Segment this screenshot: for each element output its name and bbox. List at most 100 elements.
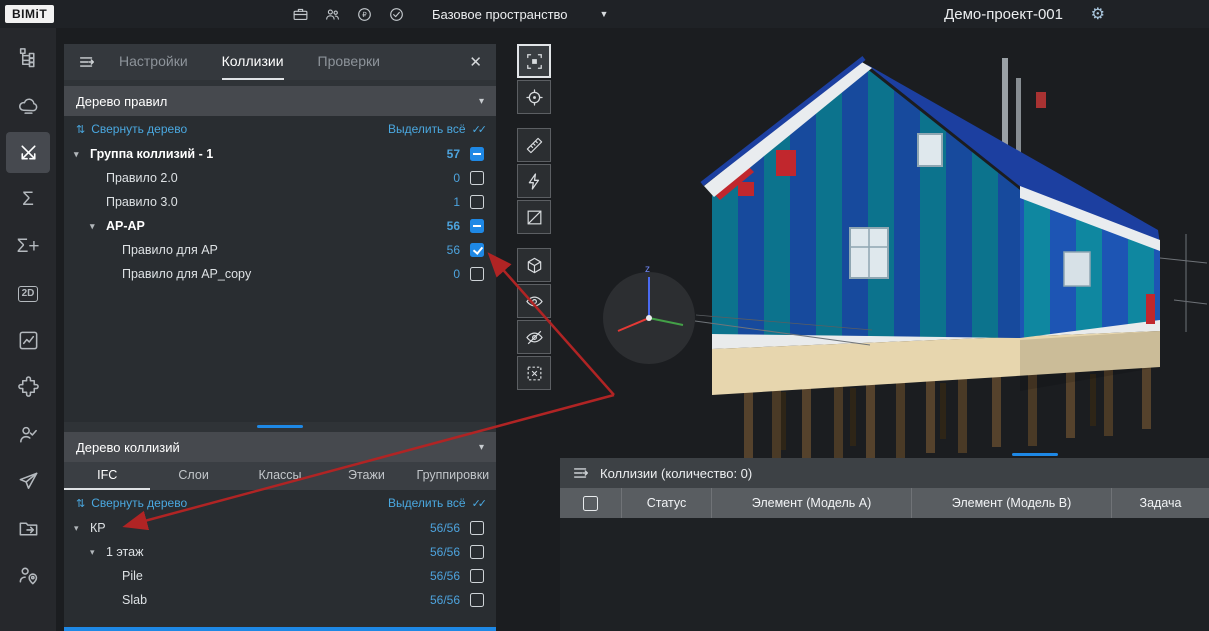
caret-down-icon[interactable]: ▾ xyxy=(74,149,90,160)
checks-icon[interactable] xyxy=(388,6,405,23)
team-icon[interactable] xyxy=(324,6,341,23)
gear-icon[interactable]: ⚙ xyxy=(1091,0,1105,28)
tree-row-count: 56/56 xyxy=(430,545,460,559)
caret-down-icon[interactable]: ▾ xyxy=(90,547,106,558)
sidebar-item-plugins[interactable] xyxy=(6,367,50,408)
splitter-handle[interactable] xyxy=(257,425,303,428)
projects-icon[interactable] xyxy=(292,6,309,23)
column-header-Элемент (Модель B): Элемент (Модель B) xyxy=(912,488,1112,518)
publish-icon xyxy=(17,470,40,493)
locate-tool[interactable] xyxy=(517,80,551,114)
sum-icon: Σ xyxy=(22,190,34,209)
panel-splitter[interactable] xyxy=(64,422,496,432)
collapse-tree-button[interactable]: ⇅ Свернуть дерево xyxy=(76,122,187,136)
tree-row-label: Правило 2.0 xyxy=(106,171,178,185)
horizontal-scrollbar[interactable] xyxy=(64,627,496,631)
sidebar-item-collisions[interactable] xyxy=(6,132,50,173)
caret-down-icon[interactable]: ▾ xyxy=(90,221,106,232)
close-icon[interactable]: ✕ xyxy=(469,53,482,71)
users-icon xyxy=(17,423,40,446)
subtab-IFC[interactable]: IFC xyxy=(64,462,150,490)
checkbox-empty[interactable] xyxy=(470,593,484,607)
tree-row[interactable]: ▾АР-АР56 xyxy=(64,214,496,238)
tree-row[interactable]: Правило 3.01 xyxy=(64,190,496,214)
sidebar-item-sum-plus[interactable]: Σ+ xyxy=(6,226,50,267)
tree-row-count: 56 xyxy=(447,243,460,257)
sidebar-item-point-cloud[interactable] xyxy=(6,85,50,126)
sidebar-item-publish[interactable] xyxy=(6,461,50,502)
show-tool[interactable] xyxy=(517,284,551,318)
select-all-column xyxy=(560,488,622,518)
collapse-tree-button[interactable]: ⇅ Свернуть дерево xyxy=(76,496,187,510)
hide-box-tool[interactable] xyxy=(517,356,551,390)
tab-Коллизии[interactable]: Коллизии xyxy=(222,44,284,80)
measure-tool[interactable] xyxy=(517,128,551,162)
sidebar-item-users[interactable] xyxy=(6,414,50,455)
currency-icon[interactable]: ₽ xyxy=(356,6,373,23)
hide-tool[interactable] xyxy=(517,320,551,354)
tab-Проверки[interactable]: Проверки xyxy=(318,44,380,80)
tree-row-count: 56/56 xyxy=(430,593,460,607)
checkbox-checked[interactable] xyxy=(470,243,484,257)
checkbox-empty[interactable] xyxy=(470,545,484,559)
select-all-label: Выделить всё xyxy=(388,496,466,510)
subtab-Слои[interactable]: Слои xyxy=(150,462,236,490)
sidebar-item-user-location[interactable] xyxy=(6,555,50,596)
subtab-Классы[interactable]: Классы xyxy=(237,462,323,490)
collisions-table-panel: Коллизии (количество: 0) СтатусЭлемент (… xyxy=(560,458,1209,631)
section-icon xyxy=(525,208,544,227)
panel-menu-icon[interactable] xyxy=(78,53,96,71)
tree-row-count: 1 xyxy=(453,195,460,209)
select-all-button[interactable]: Выделить всё ✓✓ xyxy=(388,496,484,510)
tree-row-label: КР xyxy=(90,521,106,535)
export-icon xyxy=(17,517,40,540)
sidebar-item-charts[interactable] xyxy=(6,320,50,361)
checkbox-empty[interactable] xyxy=(470,521,484,535)
tab-Настройки[interactable]: Настройки xyxy=(119,44,188,80)
app-logo: BIMiT xyxy=(5,5,54,23)
rules-tree-toolbar: ⇅ Свернуть дерево Выделить всё ✓✓ xyxy=(64,116,496,142)
tree-row[interactable]: Pile56/56 xyxy=(64,564,496,588)
rules-tree-header[interactable]: Дерево правил ▾ xyxy=(64,86,496,116)
tree-row[interactable]: ▾КР56/56 xyxy=(64,516,496,540)
isolate-tool[interactable] xyxy=(517,248,551,282)
panel-menu-icon[interactable] xyxy=(572,464,590,482)
charts-icon xyxy=(17,329,40,352)
2d-view-icon: 2D xyxy=(18,286,39,302)
hide-box-icon xyxy=(525,364,544,383)
panel-tab-list: Настройки Коллизии Проверки xyxy=(102,44,397,80)
checkbox-empty[interactable] xyxy=(470,195,484,209)
tree-row[interactable]: Правило 2.00 xyxy=(64,166,496,190)
checkbox-indeterminate[interactable] xyxy=(470,219,484,233)
gizmo-z-label: z xyxy=(645,264,650,275)
tree-row[interactable]: Правило для АР_copy 0 xyxy=(64,262,496,286)
checkbox-empty[interactable] xyxy=(470,267,484,281)
sidebar-item-export[interactable] xyxy=(6,508,50,549)
collapse-tree-label: Свернуть дерево xyxy=(91,496,187,510)
caret-down-icon[interactable]: ▾ xyxy=(74,523,90,534)
tree-row[interactable]: Slab56/56 xyxy=(64,588,496,612)
select-all-checkbox[interactable] xyxy=(583,496,598,511)
tree-row[interactable]: ▾1 этаж56/56 xyxy=(64,540,496,564)
table-panel-resize-handle[interactable] xyxy=(1012,453,1058,456)
collisions-tree-toolbar: ⇅ Свернуть дерево Выделить всё ✓✓ xyxy=(64,490,496,516)
select-all-button[interactable]: Выделить всё ✓✓ xyxy=(388,122,484,136)
sidebar-item-model-tree[interactable] xyxy=(6,38,50,79)
collisions-table-header: Коллизии (количество: 0) xyxy=(560,458,1209,488)
sidebar-item-sum[interactable]: Σ xyxy=(6,179,50,220)
checkbox-indeterminate[interactable] xyxy=(470,147,484,161)
tree-row-label: Правило для АР_copy xyxy=(122,267,251,281)
checkbox-empty[interactable] xyxy=(470,171,484,185)
subtab-Этажи[interactable]: Этажи xyxy=(323,462,409,490)
tree-row-count: 0 xyxy=(453,267,460,281)
section-tool[interactable] xyxy=(517,200,551,234)
tree-row[interactable]: ▾Группа коллизий - 157 xyxy=(64,142,496,166)
focus-tool[interactable] xyxy=(517,44,551,78)
checkbox-empty[interactable] xyxy=(470,569,484,583)
subtab-Группировки[interactable]: Группировки xyxy=(410,462,496,490)
quick-actions-tool[interactable] xyxy=(517,164,551,198)
sidebar-item-2d-view[interactable]: 2D xyxy=(6,273,50,314)
collisions-tree-header[interactable]: Дерево коллизий ▾ xyxy=(64,432,496,462)
tree-row[interactable]: Правило для АР56 xyxy=(64,238,496,262)
workspace-selector[interactable]: Базовое пространство ▼ xyxy=(432,7,608,22)
